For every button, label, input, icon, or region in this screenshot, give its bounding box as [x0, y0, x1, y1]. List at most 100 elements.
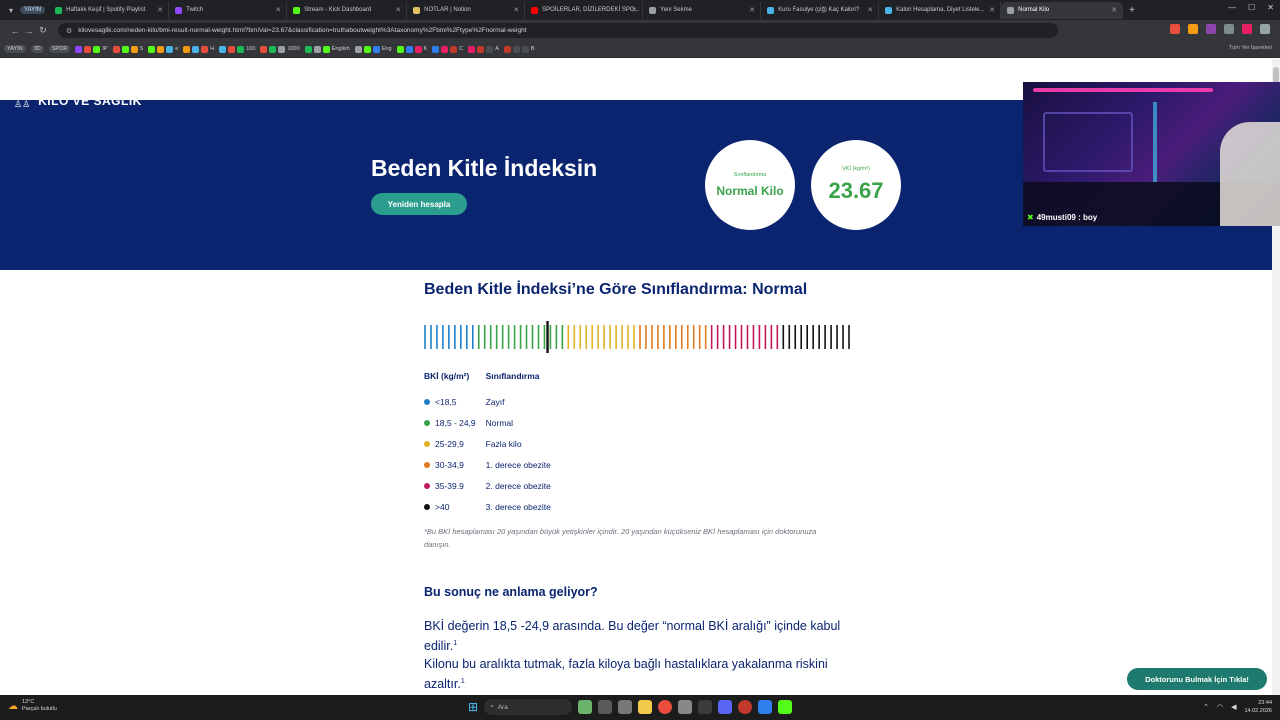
discord-icon[interactable] [718, 700, 733, 714]
tab-title: SPOİLERLAR, DİZİLERDEKİ SPO... [542, 7, 640, 13]
tab-close-icon[interactable]: ✕ [749, 6, 755, 14]
record-icon[interactable] [738, 700, 753, 714]
bookmark-item[interactable]: IP [75, 45, 108, 53]
search-icon: ⌕ [490, 703, 494, 710]
bookmark-item[interactable]: H [183, 45, 214, 53]
temperature: 13°C [22, 699, 35, 705]
tab-close-icon[interactable]: ✕ [157, 6, 163, 14]
bookmark-item[interactable]: e [148, 45, 178, 53]
bookmark-item[interactable]: YAYIN [4, 45, 26, 53]
browser-tab-bar: ▾ YAYIN Haftalık Keşif | Spotify Playlis… [0, 0, 1280, 20]
weather-widget[interactable]: ☁ 13°C Parçalı bulutlu [8, 699, 57, 713]
minimize-icon[interactable]: — [1228, 3, 1236, 12]
bmi-label: VKİ (kg/m²) [842, 166, 870, 172]
bookmark-item[interactable]: 100 [219, 45, 255, 53]
clock-time: 23:44 [1258, 700, 1272, 706]
bookmark-label: YAYIN [7, 46, 23, 52]
bookmark-icon [396, 45, 404, 53]
bookmark-item[interactable]: English [304, 45, 350, 53]
browser-tab[interactable]: SPOİLERLAR, DİZİLERDEKİ SPO... ✕ [525, 1, 644, 19]
bookmark-item[interactable]: C [432, 45, 463, 53]
tray-chevron-icon[interactable]: ⌃ [1203, 703, 1209, 711]
wifi-icon[interactable]: ◠ [1217, 703, 1223, 711]
find-doctor-button[interactable]: Doktorunu Bulmak İçin Tıkla! [1127, 668, 1267, 690]
tab-search-icon[interactable]: ▾ [4, 3, 18, 17]
app-icon[interactable] [678, 700, 693, 714]
tab-close-icon[interactable]: ✕ [631, 6, 637, 14]
bookmark-icon [228, 45, 236, 53]
tab-favicon-icon [649, 6, 657, 14]
system-tray: ⌃ ◠ ◀ 23:44 14.02.2026 [1203, 699, 1272, 715]
url-input[interactable]: ⚙ kilovesaglik.com/neden-kilo/bmi-result… [58, 23, 1058, 38]
reload-icon[interactable]: ↻ [36, 25, 50, 36]
streamer [1220, 122, 1280, 226]
chat-message: ✖ 49musti09 : boy [1027, 213, 1097, 222]
extension-icon[interactable] [1170, 24, 1180, 34]
bookmark-item[interactable]: 3D [30, 45, 44, 53]
bookmark-icon [468, 45, 476, 53]
clock-date: 14.02.2026 [1244, 708, 1272, 714]
task-view-icon[interactable] [598, 700, 613, 714]
tab-close-icon[interactable]: ✕ [513, 6, 519, 14]
file-explorer-icon[interactable] [638, 700, 653, 714]
taskbar: ☁ 13°C Parçalı bulutlu ⊞ ⌕ Ara ⌃ ◠ ◀ 23:… [0, 695, 1280, 720]
volume-icon[interactable]: ◀ [1231, 703, 1236, 711]
bookmark-icon [269, 45, 277, 53]
browser-tab[interactable]: Twitch ✕ [169, 1, 288, 19]
bookmark-item[interactable]: Eng [354, 45, 392, 53]
clock[interactable]: 23:44 14.02.2026 [1244, 699, 1272, 715]
profile-pill[interactable]: YAYIN [20, 6, 46, 14]
bookmark-icon [237, 45, 245, 53]
app-icon[interactable] [758, 700, 773, 714]
weather-text: Parçalı bulutlu [22, 706, 57, 712]
bookmark-label: S [139, 46, 144, 52]
browser-tab[interactable]: NOTLAR | Notion ✕ [407, 1, 526, 19]
back-icon[interactable]: ← [8, 26, 22, 36]
browser-tab[interactable]: Stream - Kick Dashboard ✕ [287, 1, 408, 19]
site-info-icon[interactable]: ⚙ [66, 27, 72, 35]
extension-icon[interactable] [1188, 24, 1198, 34]
legend-dot [424, 504, 430, 511]
forward-icon[interactable]: → [22, 26, 36, 36]
bookmark-label: 1000 [287, 46, 300, 52]
tab-title: Kalori Hesaplama, Diyet Listele... [896, 7, 985, 13]
settings-icon[interactable] [618, 700, 633, 714]
all-bookmarks-link[interactable]: Tüm Yer İşaretleri [1229, 45, 1272, 51]
site-logo[interactable]: ♙♙ KİLO VE SAĞLIK [14, 94, 142, 109]
recalculate-button[interactable]: Yeniden hesapla [371, 193, 467, 215]
extension-icon[interactable] [1242, 24, 1252, 34]
browser-tab[interactable]: Haftalık Keşif | Spotify Playlist ✕ [49, 1, 170, 19]
browser-tab[interactable]: Normal Kilo ✕ [1001, 1, 1124, 19]
kick-app-icon[interactable] [778, 700, 793, 714]
tab-close-icon[interactable]: ✕ [275, 6, 281, 14]
profile-avatar-icon[interactable] [1260, 24, 1270, 34]
extension-icon[interactable] [1224, 24, 1234, 34]
chrome-icon[interactable] [658, 700, 673, 714]
widget-icon[interactable] [578, 700, 593, 714]
browser-tab[interactable]: Yeni Sekme ✕ [643, 1, 762, 19]
browser-tab[interactable]: Kuru Fasulye (çiğ) Kaç Kalori? ✕ [761, 1, 880, 19]
bookmark-item[interactable]: B [503, 45, 535, 53]
browser-tab[interactable]: Kalori Hesaplama, Diyet Listele... ✕ [879, 1, 1002, 19]
close-window-icon[interactable]: ✕ [1267, 3, 1274, 12]
tab-close-icon[interactable]: ✕ [867, 6, 873, 14]
bookmark-label: 3D [33, 46, 41, 52]
app-icon[interactable] [698, 700, 713, 714]
maximize-icon[interactable]: ☐ [1248, 3, 1255, 12]
extension-icon[interactable] [1206, 24, 1216, 34]
bookmark-item[interactable]: 1000 [260, 45, 300, 53]
tab-close-icon[interactable]: ✕ [395, 6, 401, 14]
taskbar-search[interactable]: ⌕ Ara [484, 699, 573, 715]
bookmark-icon [432, 45, 440, 53]
bookmark-icon [121, 45, 129, 53]
bookmark-item[interactable]: SPOR [48, 45, 71, 53]
bookmark-item[interactable]: A [468, 45, 499, 53]
new-tab-button[interactable]: + [1129, 5, 1135, 16]
legend-header-bmi: BKİ (kg/m²) [424, 371, 470, 381]
tab-close-icon[interactable]: ✕ [989, 6, 995, 14]
bookmark-item[interactable]: S [112, 45, 144, 53]
start-icon[interactable]: ⊞ [468, 700, 478, 714]
bookmark-icon [450, 45, 458, 53]
bookmark-item[interactable]: K [396, 45, 427, 53]
tab-close-icon[interactable]: ✕ [1111, 6, 1117, 14]
